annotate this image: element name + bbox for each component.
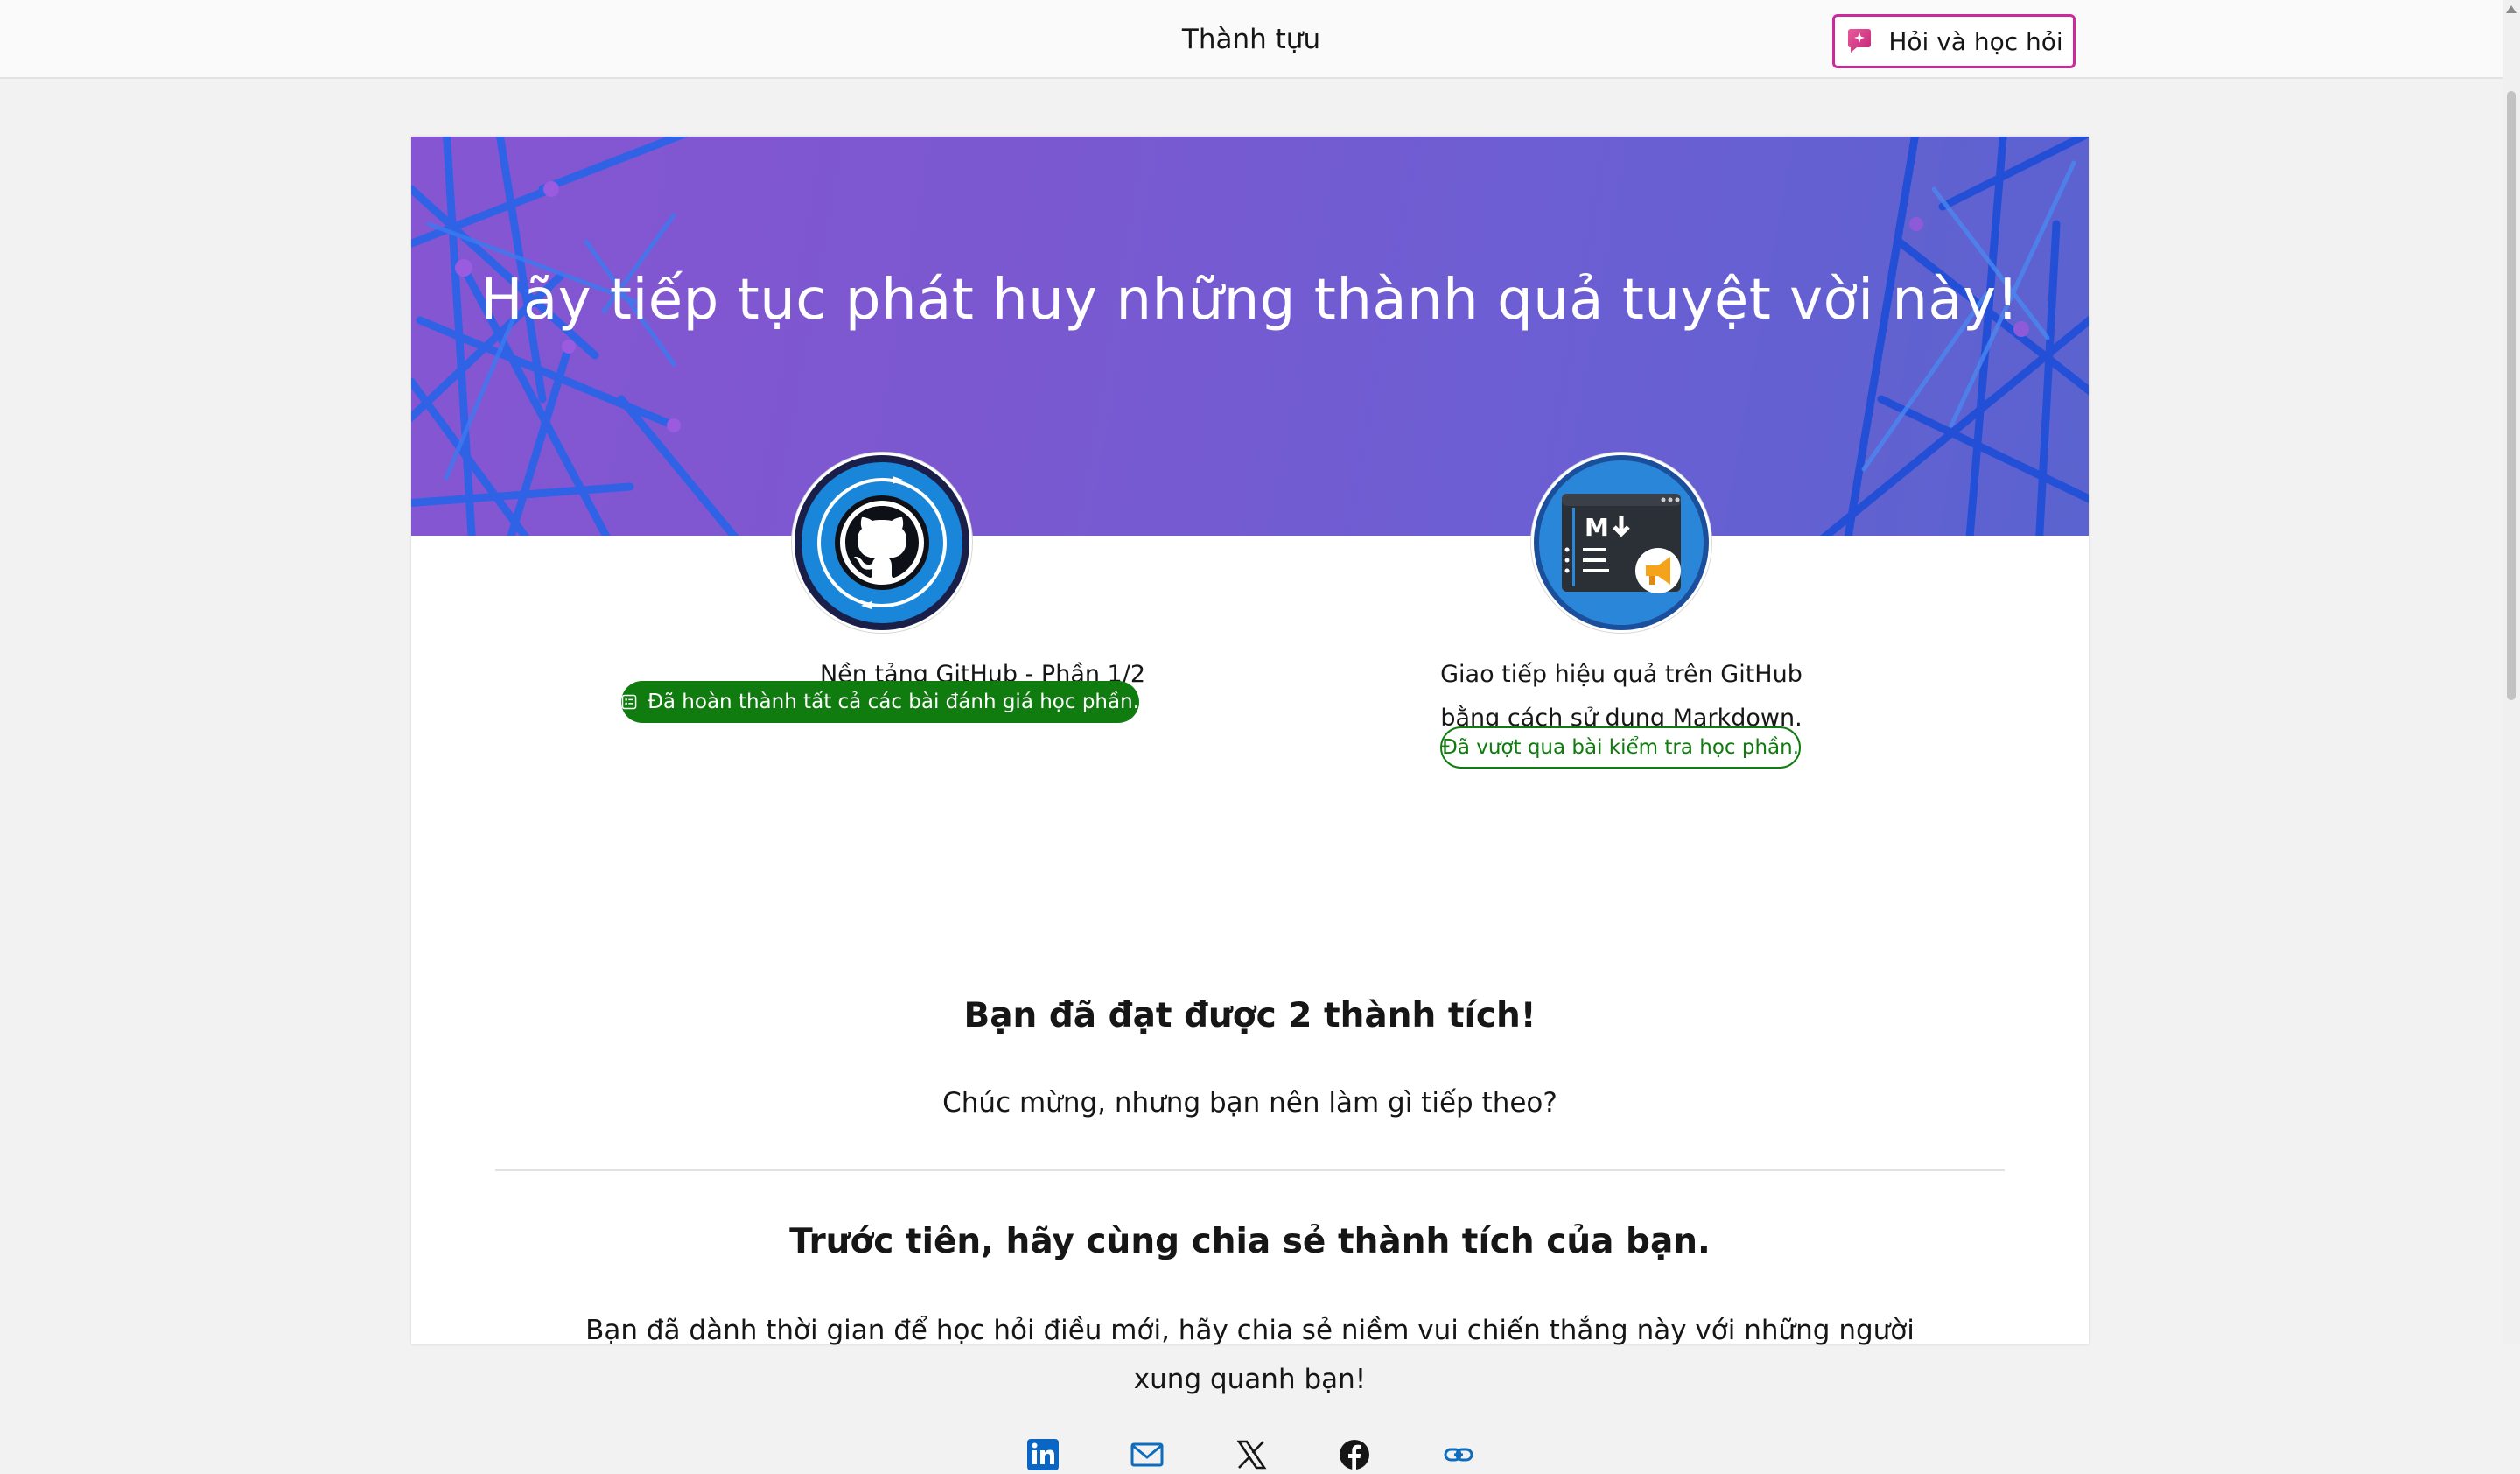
assessment-list-icon: [621, 694, 637, 710]
hero-title: Hãy tiếp tục phát huy những thành quả tu…: [480, 268, 2020, 333]
status-badge-label: Đã hoàn thành tất cả các bài đánh giá họ…: [648, 691, 1139, 713]
link-icon[interactable]: [1439, 1435, 1478, 1474]
hero-banner: Hãy tiếp tục phát huy những thành quả tu…: [411, 137, 2089, 536]
ask-and-learn-button[interactable]: Hỏi và học hỏi: [1832, 14, 2076, 68]
github-badge-icon: [794, 455, 970, 630]
email-icon[interactable]: [1128, 1435, 1166, 1474]
copilot-chat-icon: [1848, 29, 1872, 53]
share-heading: Trước tiên, hãy cùng chia sẻ thành tích …: [789, 1222, 1711, 1261]
achievement-badge-github: [792, 453, 972, 633]
achievements-card: Hãy tiếp tục phát huy những thành quả tu…: [411, 137, 2089, 1470]
share-description: Bạn đã dành thời gian để học hỏi điều mớ…: [585, 1315, 1914, 1395]
page-title: Thành tựu: [1181, 24, 1321, 55]
status-badge-completed: Đã hoàn thành tất cả các bài đánh giá họ…: [621, 681, 1139, 723]
markdown-badge-icon: M: [1534, 455, 1709, 630]
status-badge-label: Đã vượt qua bài kiểm tra học phần.: [1442, 736, 1800, 759]
linkedin-icon[interactable]: [1024, 1435, 1062, 1474]
congrats-text: Chúc mừng, nhưng bạn nên làm gì tiếp the…: [942, 1087, 1558, 1119]
svg-text:M: M: [1585, 513, 1609, 542]
scroll-up-arrow-icon[interactable]: [2506, 5, 2516, 13]
facebook-icon[interactable]: [1335, 1435, 1374, 1474]
network-decoration-image: [411, 137, 2089, 536]
page-scrollbar[interactable]: [2502, 0, 2520, 1344]
achievement-title-markdown-line1: Giao tiếp hiệu quả trên GitHub: [1440, 661, 1802, 688]
achievement-badge-markdown: M: [1531, 453, 1712, 633]
ask-button-label: Hỏi và học hỏi: [1888, 26, 2063, 56]
achievement-count-heading: Bạn đã đạt được 2 thành tích!: [963, 996, 1536, 1035]
status-badge-passed: Đã vượt qua bài kiểm tra học phần.: [1440, 726, 1801, 769]
x-twitter-icon[interactable]: [1232, 1435, 1270, 1474]
scroll-thumb[interactable]: [2507, 91, 2516, 700]
section-divider: [495, 1169, 2005, 1171]
top-bar: Thành tựu Hỏi và học hỏi: [0, 0, 2502, 79]
